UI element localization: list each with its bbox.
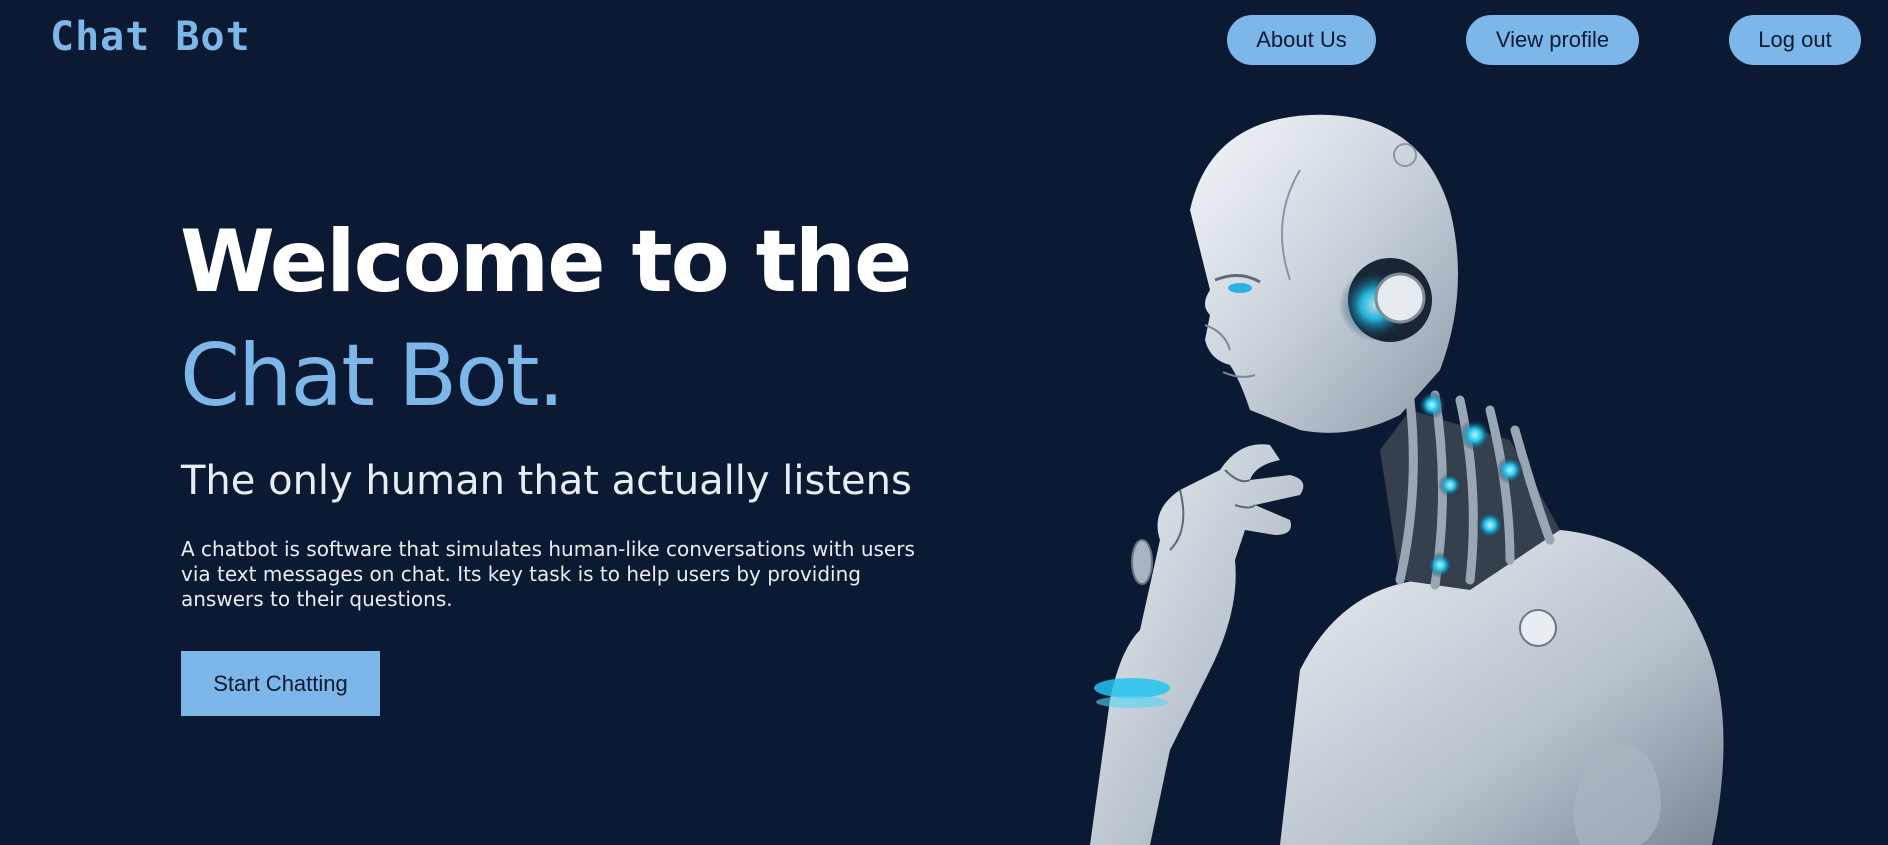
robot-illustration: [1090, 114, 1724, 845]
logo[interactable]: Chat Bot: [50, 14, 251, 60]
view-profile-button[interactable]: View profile: [1466, 15, 1639, 65]
hero-title-line2: Chat Bot.: [180, 326, 565, 426]
hero-tagline: The only human that actually listens: [181, 458, 912, 504]
log-out-button[interactable]: Log out: [1729, 15, 1861, 65]
about-us-button[interactable]: About Us: [1227, 15, 1376, 65]
hero-description: A chatbot is software that simulates hum…: [181, 537, 915, 611]
hero-title-line1: Welcome to the: [180, 212, 912, 312]
hero-title: Welcome to the Chat Bot.: [180, 205, 912, 433]
start-chatting-button[interactable]: Start Chatting: [181, 651, 380, 716]
